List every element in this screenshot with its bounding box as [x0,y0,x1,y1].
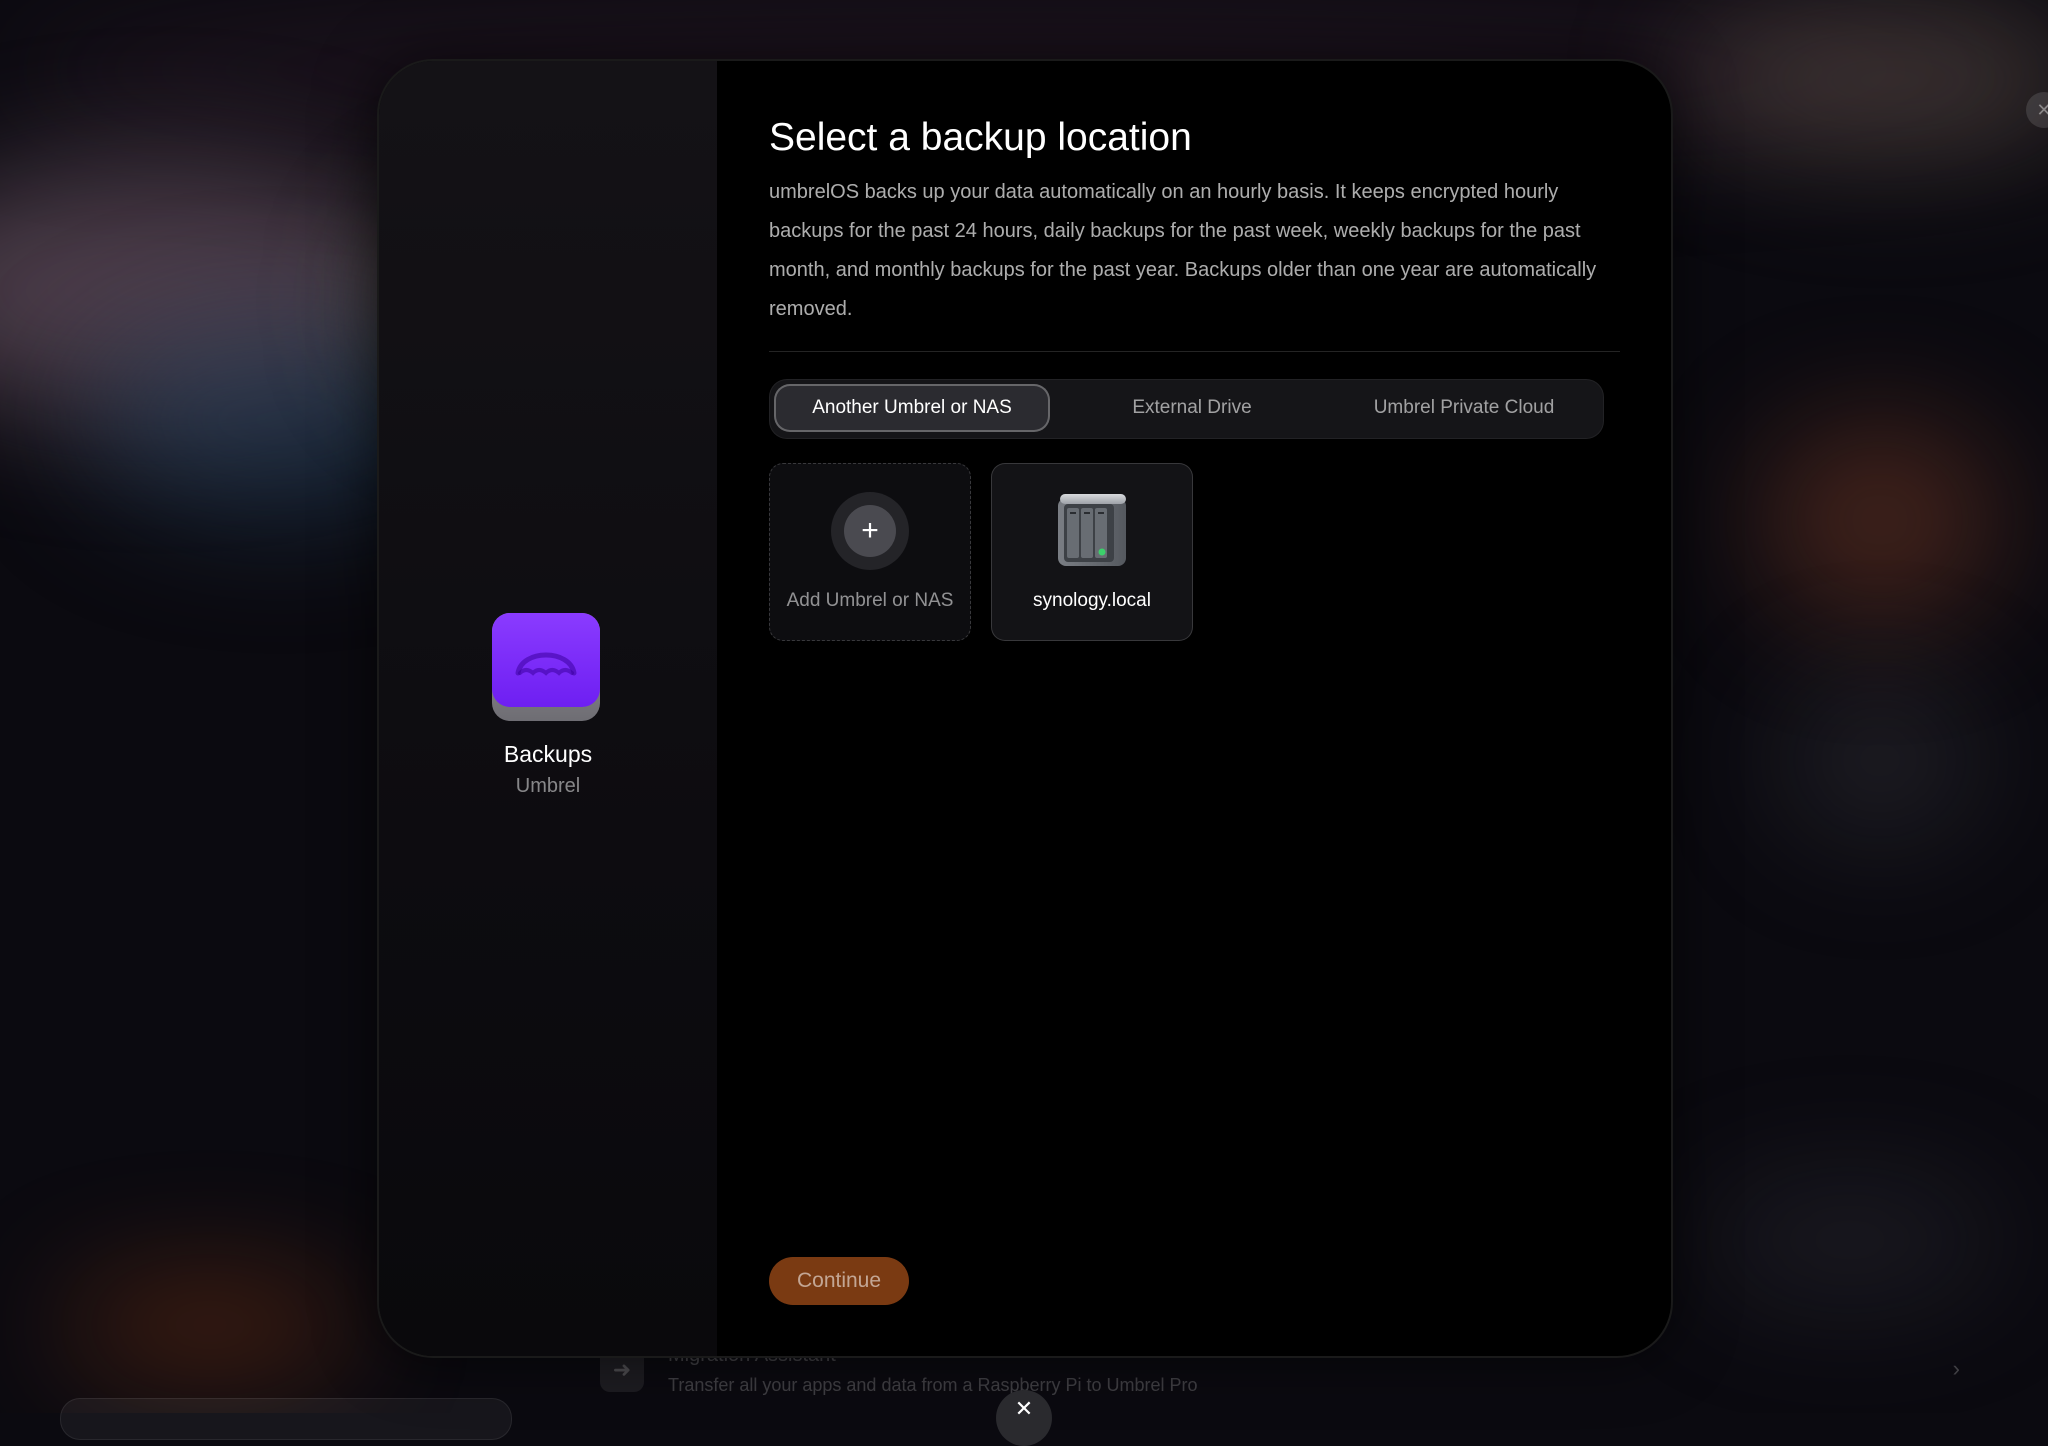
close-icon[interactable]: ✕ [996,1390,1052,1446]
plus-icon: + [831,492,909,570]
tab-another-umbrel-or-nas[interactable]: Another Umbrel or NAS [774,384,1050,432]
divider [769,351,1620,352]
card-label: synology.local [1033,590,1151,611]
dialog-title: Select a backup location [769,116,1192,159]
app-name: Backups [503,741,593,767]
tab-external-drive[interactable]: External Drive [1054,384,1330,432]
location-type-tabs: Another Umbrel or NAS External Drive Umb… [769,379,1604,439]
umbrel-backups-icon [492,613,600,721]
nas-device-icon [1058,494,1126,566]
background-dock [60,1398,512,1440]
add-umbrel-or-nas-card[interactable]: + Add Umbrel or NAS [769,463,971,641]
app-publisher: Umbrel [515,775,581,797]
nas-location-card[interactable]: synology.local [991,463,1193,641]
card-label: Add Umbrel or NAS [786,590,954,611]
migration-description: Transfer all your apps and data from a R… [668,1375,1198,1395]
dialog-description: umbrelOS backs up your data automaticall… [769,181,1597,320]
continue-button[interactable]: Continue [769,1257,909,1305]
dialog-content: Select a backup location umbrelOS backs … [769,61,1671,1356]
tab-umbrel-private-cloud[interactable]: Umbrel Private Cloud [1326,384,1602,432]
backup-location-dialog: Backups Umbrel Select a backup location … [377,59,1673,1358]
chevron-right-icon: › [1952,1356,1960,1381]
app-sidebar: Backups Umbrel [379,61,717,1356]
